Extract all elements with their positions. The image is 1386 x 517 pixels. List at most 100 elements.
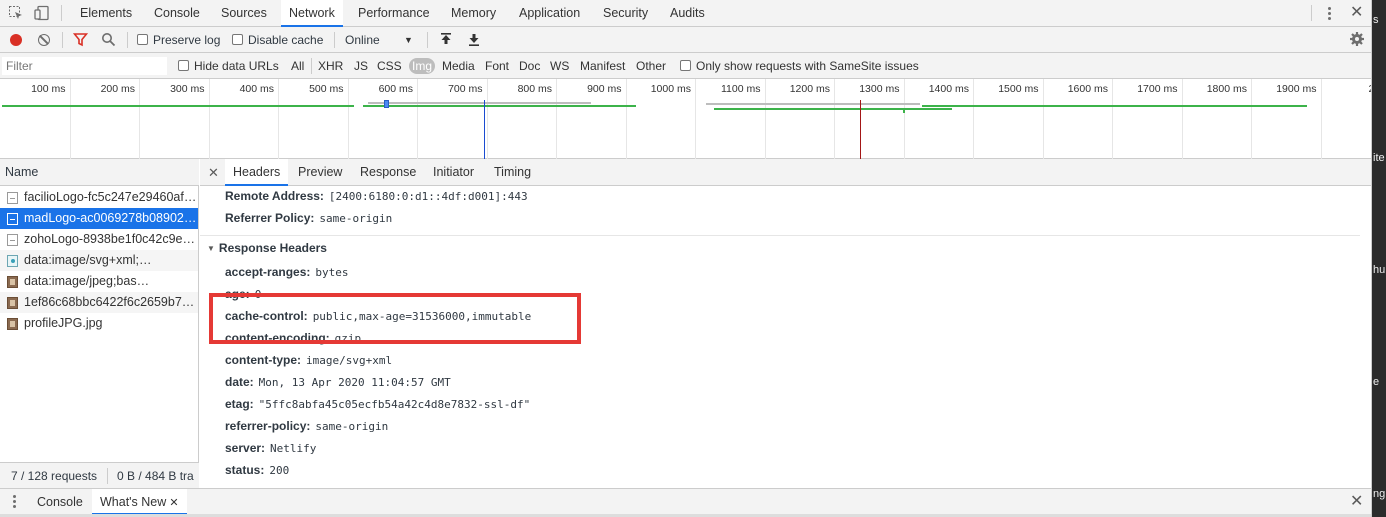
timeline-tick-label: 600 ms <box>378 83 413 95</box>
timeline-gridline <box>764 79 766 159</box>
details-tab-preview[interactable]: Preview <box>290 159 350 186</box>
main-tab-bar: Elements Console Sources Network Performance… <box>0 0 1371 27</box>
drawer-tab-console[interactable]: Console <box>29 489 91 515</box>
timeline-gridline <box>556 79 557 159</box>
filter-separator <box>311 58 312 74</box>
timeline-tick-label: 1000 ms <box>650 83 691 95</box>
svg-image-icon <box>7 255 18 267</box>
request-row[interactable]: zohoLogo-8938be1f0c42c9e… <box>0 229 198 250</box>
hide-data-urls-checkbox[interactable]: Hide data URLs <box>178 58 279 74</box>
toolbar-separator <box>62 32 63 48</box>
network-settings-gear-icon[interactable] <box>1349 31 1365 47</box>
type-filter-manifest[interactable]: Manifest <box>580 58 625 74</box>
type-filter-img[interactable]: Img <box>409 58 436 74</box>
type-filter-other[interactable]: Other <box>636 58 666 74</box>
more-menu-icon[interactable] <box>1321 4 1337 22</box>
name-column-header[interactable]: Name <box>0 159 199 186</box>
request-row[interactable]: data:image/jpeg;bas… <box>0 271 198 292</box>
device-toolbar-icon[interactable] <box>33 4 51 22</box>
search-icon[interactable] <box>101 32 116 48</box>
header-row: Referrer Policy: same-origin <box>225 210 392 226</box>
type-filter-doc[interactable]: Doc <box>519 58 540 74</box>
response-headers-section[interactable]: ▼ Response Headers <box>207 241 327 255</box>
request-row[interactable]: profileJPG.jpg <box>0 313 198 334</box>
timeline-gridline <box>139 79 140 159</box>
throttling-select[interactable]: Online ▼ <box>345 32 417 48</box>
request-list: Name facilioLogo-fc5c247e29460af… madLogo… <box>0 159 199 488</box>
type-filter-font[interactable]: Font <box>485 58 509 74</box>
close-drawer-icon[interactable]: ✕ <box>1350 494 1363 510</box>
tab-audits[interactable]: Audits <box>662 0 713 27</box>
tab-separator <box>1311 5 1312 21</box>
inspect-element-icon[interactable] <box>7 4 25 22</box>
load-event-line <box>860 100 861 159</box>
tab-network[interactable]: Network <box>281 0 343 27</box>
tab-performance[interactable]: Performance <box>350 0 438 27</box>
request-row[interactable]: facilioLogo-fc5c247e29460af… <box>0 187 198 208</box>
request-name: madLogo-ac0069278b08902… <box>24 211 197 225</box>
waterfall-bar <box>368 102 591 104</box>
timeline-gridline <box>1181 79 1183 159</box>
drawer-tab-what-s-new[interactable]: What's New ✕ <box>92 489 187 515</box>
drawer-tab-label: What's New <box>100 495 167 509</box>
timeline-gridline <box>208 79 210 159</box>
footer-separator <box>107 468 108 484</box>
request-row[interactable]: 1ef86c68bbc6422f6c2659b7… <box>0 292 198 313</box>
header-value: Netlify <box>270 442 317 455</box>
preserve-log-checkbox[interactable]: Preserve log <box>137 32 220 48</box>
header-value: same-origin <box>315 420 389 433</box>
timeline-gridline <box>1042 79 1044 159</box>
drawer-menu-icon[interactable] <box>13 495 16 508</box>
request-row[interactable]: madLogo-ac0069278b08902… <box>0 208 198 229</box>
filter-input[interactable] <box>2 57 167 75</box>
samesite-checkbox[interactable]: Only show requests with SameSite issues <box>680 58 919 74</box>
svg-file-icon <box>7 192 18 204</box>
type-filter-css[interactable]: CSS <box>377 58 402 74</box>
background-text: s <box>1373 14 1379 26</box>
close-devtools-icon[interactable]: ✕ <box>1350 5 1363 21</box>
close-details-icon[interactable]: ✕ <box>208 165 219 181</box>
waterfall-marker <box>384 100 389 108</box>
type-filter-js[interactable]: JS <box>354 58 368 74</box>
timeline-tick-label: 1900 ms <box>1276 83 1317 95</box>
tab-application[interactable]: Application <box>511 0 588 27</box>
dom-content-loaded-line <box>484 100 485 159</box>
timeline-tick-label: 1600 ms <box>1067 83 1108 95</box>
type-filter-xhr[interactable]: XHR <box>318 58 343 74</box>
clear-icon[interactable] <box>38 34 50 46</box>
image-file-icon <box>7 276 18 288</box>
disable-cache-checkbox[interactable]: Disable cache <box>232 32 323 48</box>
timeline-overview[interactable]: 100 ms 200 ms 300 ms 400 ms 500 ms 600 ms 700 … <box>0 79 1371 159</box>
network-toolbar: Preserve log Disable cache Online ▼ <box>0 27 1371 53</box>
close-tab-icon[interactable]: ✕ <box>166 497 178 509</box>
header-key: Remote Address: <box>225 189 324 203</box>
details-tab-initiator[interactable]: Initiator <box>425 159 482 186</box>
details-tab-response[interactable]: Response <box>352 159 424 186</box>
record-icon[interactable] <box>10 34 22 46</box>
details-tab-headers[interactable]: Headers <box>225 159 289 186</box>
header-value: image/svg+xml <box>306 354 393 367</box>
header-row: server: Netlify <box>225 440 316 456</box>
filter-funnel-icon[interactable] <box>72 32 89 48</box>
import-har-icon[interactable] <box>439 32 453 48</box>
background-text: ng <box>1373 488 1386 500</box>
tab-sources[interactable]: Sources <box>213 0 275 27</box>
type-filter-all[interactable]: All <box>291 58 304 74</box>
type-filter-ws[interactable]: WS <box>550 58 569 74</box>
tab-memory[interactable]: Memory <box>443 0 504 27</box>
timeline-tick-label: 1200 ms <box>789 83 830 95</box>
type-filter-media[interactable]: Media <box>442 58 475 74</box>
details-tab-timing[interactable]: Timing <box>486 159 539 186</box>
image-file-icon <box>7 297 18 309</box>
timeline-tick-label: 300 ms <box>170 83 205 95</box>
request-row[interactable]: data:image/svg+xml;… <box>0 250 198 271</box>
timeline-tick-label: 1300 ms <box>859 83 900 95</box>
export-har-icon[interactable] <box>467 32 481 48</box>
details-scrollbar[interactable] <box>1360 186 1371 488</box>
tab-console[interactable]: Console <box>146 0 208 27</box>
tab-elements[interactable]: Elements <box>72 0 140 27</box>
image-file-icon <box>7 318 18 330</box>
timeline-gridline <box>1320 79 1322 159</box>
timeline-tick-label: 1500 ms <box>998 83 1039 95</box>
tab-security[interactable]: Security <box>595 0 656 27</box>
